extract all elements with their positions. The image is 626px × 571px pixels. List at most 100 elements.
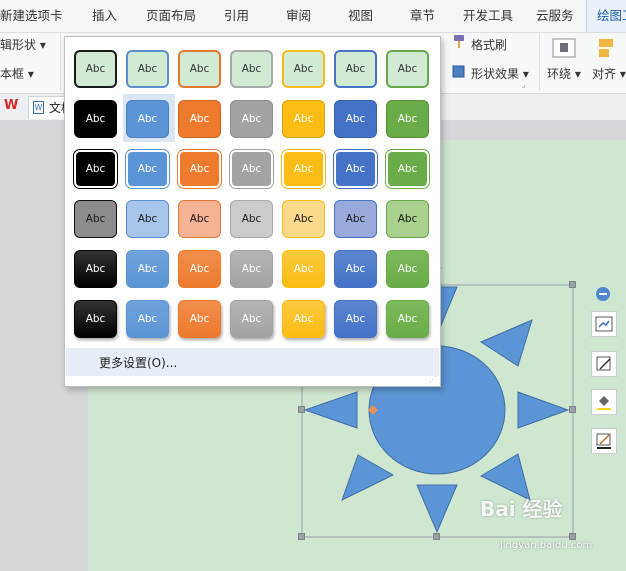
swatch-label: Abc <box>397 113 418 125</box>
style-swatch[interactable]: Abc <box>126 300 169 338</box>
more-settings-item[interactable]: 更多设置(O)... <box>66 348 439 376</box>
style-swatch[interactable]: Abc <box>126 50 169 88</box>
swatch-label: Abc <box>397 163 418 175</box>
style-swatch[interactable]: Abc <box>334 50 377 88</box>
resize-handle[interactable] <box>298 533 305 540</box>
style-swatch[interactable]: Abc <box>74 250 117 288</box>
style-swatch[interactable]: Abc <box>74 150 117 188</box>
resize-handle[interactable] <box>433 533 440 540</box>
outline-pen-icon <box>596 433 611 449</box>
style-swatch[interactable]: Abc <box>178 200 221 238</box>
swatch-label: Abc <box>293 213 314 225</box>
swatch-label: Abc <box>397 63 418 75</box>
swatch-label: Abc <box>397 263 418 275</box>
style-swatch[interactable]: Abc <box>178 100 221 138</box>
layout-options-icon <box>595 316 613 332</box>
edit-shape-tool[interactable] <box>591 351 617 377</box>
style-swatch[interactable]: Abc <box>230 250 273 288</box>
swatch-label: Abc <box>85 163 106 175</box>
swatch-label: Abc <box>241 213 262 225</box>
swatch-label: Abc <box>345 213 366 225</box>
swatch-label: Abc <box>189 263 210 275</box>
style-swatch[interactable]: Abc <box>178 50 221 88</box>
style-swatch[interactable]: Abc <box>74 100 117 138</box>
resize-handle[interactable] <box>569 281 576 288</box>
swatch-label: Abc <box>137 263 158 275</box>
style-swatch[interactable]: Abc <box>386 250 429 288</box>
more-settings-label: 更多设置(O)... <box>99 356 178 370</box>
swatch-label: Abc <box>345 63 366 75</box>
style-swatch[interactable]: Abc <box>334 300 377 338</box>
swatch-label: Abc <box>397 213 418 225</box>
swatch-label: Abc <box>85 63 106 75</box>
style-swatch[interactable]: Abc <box>334 100 377 138</box>
swatch-label: Abc <box>293 163 314 175</box>
outline-tool[interactable] <box>591 428 617 454</box>
style-swatch[interactable]: Abc <box>334 200 377 238</box>
resize-handle[interactable] <box>569 533 576 540</box>
style-swatch[interactable]: Abc <box>178 300 221 338</box>
swatch-label: Abc <box>293 63 314 75</box>
resize-grip-icon[interactable]: ⋰ <box>429 376 437 384</box>
style-swatch[interactable]: Abc <box>282 300 325 338</box>
shape-style-gallery: Abc Abc Abc Abc Abc Abc Abc Abc Abc Abc Abc Abc Abc A… <box>64 36 441 387</box>
fill-tool[interactable] <box>591 389 617 415</box>
swatch-label: Abc <box>85 113 106 125</box>
swatch-label: Abc <box>85 313 106 325</box>
style-swatch[interactable]: Abc <box>230 300 273 338</box>
style-swatch[interactable]: Abc <box>178 150 221 188</box>
baidu-watermark: Bai 经验 <box>480 497 563 521</box>
swatch-label: Abc <box>345 313 366 325</box>
style-swatch[interactable]: Abc <box>178 250 221 288</box>
swatch-label: Abc <box>241 313 262 325</box>
style-swatch[interactable]: Abc <box>334 250 377 288</box>
pencil-icon <box>596 356 611 371</box>
swatch-label: Abc <box>241 263 262 275</box>
swatch-label: Abc <box>293 113 314 125</box>
swatch-label: Abc <box>85 263 106 275</box>
swatch-label: Abc <box>293 263 314 275</box>
swatch-label: Abc <box>241 113 262 125</box>
swatch-label: Abc <box>137 213 158 225</box>
paint-bucket-icon <box>597 396 611 410</box>
style-swatch[interactable]: Abc <box>386 300 429 338</box>
style-swatch[interactable]: Abc <box>126 150 169 188</box>
style-swatch[interactable]: Abc <box>126 100 169 138</box>
resize-handle[interactable] <box>569 406 576 413</box>
style-swatch[interactable]: Abc <box>126 200 169 238</box>
style-swatch[interactable]: Abc <box>230 50 273 88</box>
style-swatch[interactable]: Abc <box>282 150 325 188</box>
style-swatch[interactable]: Abc <box>230 100 273 138</box>
style-swatch[interactable]: Abc <box>282 50 325 88</box>
style-swatch[interactable]: Abc <box>282 100 325 138</box>
swatch-label: Abc <box>241 163 262 175</box>
layout-options-button[interactable] <box>591 311 617 337</box>
style-swatch[interactable]: Abc <box>126 250 169 288</box>
swatch-label: Abc <box>85 213 106 225</box>
swatch-label: Abc <box>345 163 366 175</box>
resize-handle[interactable] <box>298 406 305 413</box>
style-swatch[interactable]: Abc <box>74 300 117 338</box>
style-swatch[interactable]: Abc <box>386 200 429 238</box>
swatch-label: Abc <box>137 113 158 125</box>
swatch-label: Abc <box>137 163 158 175</box>
style-swatch[interactable]: Abc <box>74 200 117 238</box>
style-swatch[interactable]: Abc <box>386 100 429 138</box>
style-swatch[interactable]: Abc <box>334 150 377 188</box>
style-swatch[interactable]: Abc <box>230 200 273 238</box>
style-swatch[interactable]: Abc <box>386 150 429 188</box>
style-swatch[interactable]: Abc <box>386 50 429 88</box>
swatch-label: Abc <box>189 113 210 125</box>
collapse-icon[interactable] <box>596 287 610 301</box>
swatch-label: Abc <box>293 313 314 325</box>
style-swatch[interactable]: Abc <box>282 200 325 238</box>
watermark-url: jingyan.baidu.com <box>500 540 593 551</box>
style-swatch[interactable]: Abc <box>74 50 117 88</box>
swatch-label: Abc <box>189 213 210 225</box>
swatch-label: Abc <box>189 63 210 75</box>
swatch-label: Abc <box>137 313 158 325</box>
swatch-label: Abc <box>345 113 366 125</box>
style-swatch[interactable]: Abc <box>230 150 273 188</box>
swatch-label: Abc <box>345 263 366 275</box>
style-swatch[interactable]: Abc <box>282 250 325 288</box>
